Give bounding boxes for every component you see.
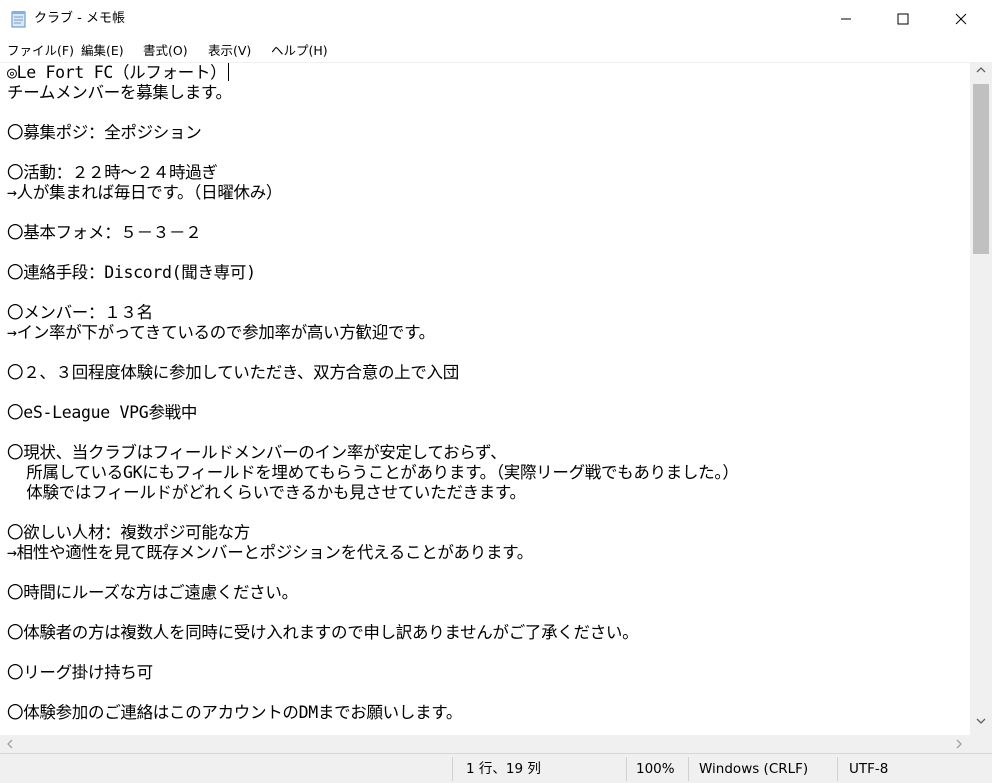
window-title: クラブ - メモ帳 [34,11,125,26]
menu-format[interactable]: 書式(O) [143,42,188,59]
cursor-position: 1 行、19 列 [466,761,541,777]
text-line: 〇活動：２２時～２４時過ぎ [7,163,218,182]
text-line [7,423,970,443]
text-line: ◎Le Fort FC（ルフォート） [7,63,970,83]
text-line: 〇欲しい人材：複数ポジ可能な方 [7,523,251,542]
menu-bar: ファイル(F) 編集(E) 書式(O) 表示(V) ヘルプ(H) [0,38,992,62]
zoom-level: 100% [636,761,675,777]
text-editor[interactable]: ◎Le Fort FC（ルフォート） チームメンバーを募集します。 〇募集ポジ：全… [0,62,970,735]
text-line: 〇２、３回程度体験に参加していただき、双方合意の上で入団 [7,363,459,382]
notepad-icon [11,10,27,28]
text-line: 〇連絡手段：Discord(聞き専可) [7,263,256,282]
text-line [7,603,970,623]
text-line [7,103,970,123]
text-line: 〇eS-League VPG参戦中 [7,403,198,422]
text-line [7,643,970,663]
text-line: 〇基本フォメ：５－３－２ [7,223,202,242]
vertical-scrollbar[interactable] [970,62,992,735]
text-line [7,503,970,523]
text-line: 〇メンバー：１３名 [7,303,153,322]
menu-file[interactable]: ファイル(F) [7,42,74,59]
text-line: 〇体験参加のご連絡はこのアカウントのDMまでお願いします。 [7,703,463,722]
text-line [7,383,970,403]
menu-view[interactable]: 表示(V) [208,42,251,59]
text-line: 〇体験者の方は複数人を同時に受け入れますので申し訳ありませんがご了承ください。 [7,623,639,642]
scroll-right-icon[interactable] [955,739,963,752]
title-bar[interactable]: クラブ - メモ帳 [0,0,992,38]
text-line [7,683,970,703]
text-line: 体験ではフィールドがどれくらいできるかも見させていただきます。 [7,483,526,502]
text-line: →相性や適性を見て既存メンバーとポジションを代えることがあります。 [7,543,533,562]
menu-edit[interactable]: 編集(E) [81,42,124,59]
menu-help[interactable]: ヘルプ(H) [271,42,328,59]
text-line [7,343,970,363]
text-line: 〇時間にルーズな方はご遠慮ください。 [7,583,298,602]
status-separator [452,757,453,781]
minimize-icon [840,13,852,25]
maximize-icon [897,13,909,25]
text-line [7,243,970,263]
scroll-down-icon[interactable] [976,717,986,728]
maximize-button[interactable] [874,0,932,38]
close-icon [955,13,967,25]
text-line [7,203,970,223]
text-line: →イン率が下がってきているので参加率が高い方歓迎です。 [7,323,435,342]
text-line: 〇リーグ掛け持ち可 [7,663,153,682]
text-line: 〇募集ポジ：全ポジション [7,123,202,142]
text-line [7,283,970,303]
scroll-left-icon[interactable] [6,739,14,752]
text-line: チームメンバーを募集します。 [7,83,232,102]
text-caret [228,63,230,81]
text-line: →人が集まれば毎日です。（日曜休み） [7,183,283,202]
horizontal-scrollbar[interactable] [0,735,970,753]
text-line: 所属しているGKにもフィールドを埋めてもらうことがあります。（実際リーグ戦でもあ… [7,463,739,482]
close-button[interactable] [932,0,990,38]
text-line [7,563,970,583]
encoding: UTF-8 [849,761,889,777]
status-separator [626,757,627,781]
vertical-scroll-thumb[interactable] [973,84,989,254]
text-line [7,143,970,163]
status-bar: 1 行、19 列 100% Windows (CRLF) UTF-8 [0,753,992,783]
scrollbar-corner [970,735,992,753]
status-separator [688,757,689,781]
minimize-button[interactable] [817,0,875,38]
status-separator [837,757,838,781]
line-ending: Windows (CRLF) [699,761,809,777]
editor-content[interactable]: ◎Le Fort FC（ルフォート） チームメンバーを募集します。 〇募集ポジ：全… [0,63,970,723]
scroll-up-icon[interactable] [976,66,986,77]
text-line: 〇現状、当クラブはフィールドメンバーのイン率が安定しておらず、 [7,443,507,462]
